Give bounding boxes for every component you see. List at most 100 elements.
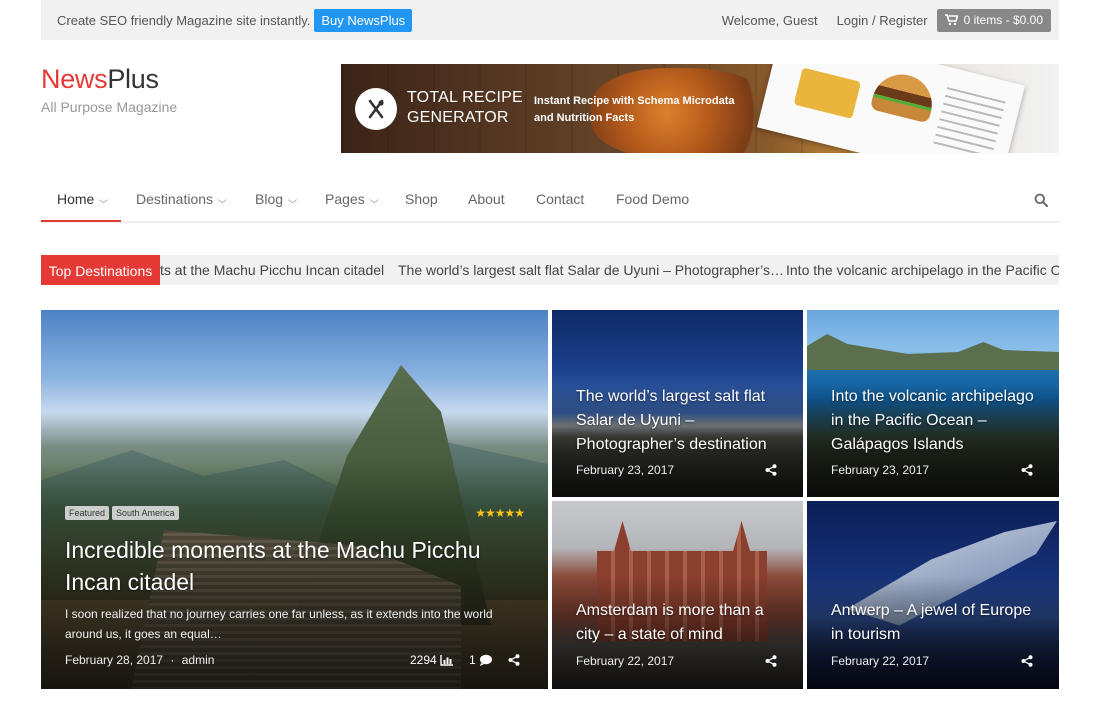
post-comments[interactable]: 1: [469, 653, 493, 667]
nav-item-food-demo[interactable]: Food Demo: [616, 191, 689, 207]
nav-item-about[interactable]: About: [468, 191, 505, 207]
post-tags: Featured South America: [65, 506, 179, 520]
recipe-text-lines: [932, 87, 1006, 153]
post-title-line2: Salar de Uyuni –: [576, 412, 695, 429]
welcome-text: Welcome, Guest: [721, 12, 818, 28]
search-icon[interactable]: [1034, 193, 1048, 212]
cart-button[interactable]: 0 items - $0.00: [936, 8, 1051, 32]
top-tagline: Create SEO friendly Magazine site instan…: [57, 12, 311, 28]
tag-south-america[interactable]: South America: [112, 506, 179, 520]
share-icon[interactable]: [765, 654, 777, 672]
post-title-line1: Antwerp – A jewel of Europe: [831, 602, 1032, 619]
nav-item-label: Destinations: [136, 191, 214, 207]
post-title[interactable]: Into the volcanic archipelago in the Pac…: [831, 385, 1034, 457]
post-title[interactable]: The world’s largest salt flat Salar de U…: [576, 385, 767, 457]
main-navigation: Home ⌵ Destinations ⌵ Blog ⌵ Pages ⌵ Sho…: [41, 178, 1059, 223]
post-title-line2: in the Pacific Ocean –: [831, 412, 987, 429]
featured-post-tile[interactable]: Featured South America ★★★★★ Incredible …: [41, 310, 548, 689]
cart-icon: [944, 14, 958, 26]
share-icon[interactable]: [1021, 654, 1033, 672]
banner-title-line1: TOTAL RECIPE: [407, 89, 523, 106]
share-icon[interactable]: [765, 463, 777, 481]
chevron-down-icon: ⌵: [287, 194, 298, 205]
logo-part-news: News: [41, 64, 108, 94]
post-title-line2: in tourism: [831, 626, 901, 643]
post-date: February 22, 2017: [831, 654, 930, 668]
post-tile-salar-de-uyuni[interactable]: The world’s largest salt flat Salar de U…: [552, 310, 803, 497]
star-rating-icon: ★★★★★: [475, 506, 525, 520]
post-title-line1: Amsterdam is more than a: [576, 602, 764, 619]
banner-title-line2: GENERATOR: [407, 109, 509, 126]
site-tagline: All Purpose Magazine: [41, 99, 178, 115]
nav-item-label: Food Demo: [616, 191, 690, 207]
nav-item-contact[interactable]: Contact: [536, 191, 584, 207]
featured-post-meta: February 28, 2017 · admin: [65, 653, 214, 667]
ticker-label: Top Destinations: [41, 255, 160, 285]
post-title-line1: Into the volcanic archipelago: [831, 388, 1034, 405]
buy-newsplus-button[interactable]: Buy NewsPlus: [314, 8, 413, 32]
post-title-line1: The world’s largest salt flat: [576, 388, 766, 405]
post-date: February 23, 2017: [831, 463, 930, 477]
post-views: 2294: [410, 653, 454, 667]
post-date: February 23, 2017: [576, 463, 675, 477]
nav-item-label: Blog: [255, 191, 284, 207]
nav-item-shop[interactable]: Shop: [405, 191, 438, 207]
nav-item-home[interactable]: Home ⌵: [57, 191, 109, 207]
post-tile-antwerp[interactable]: Antwerp – A jewel of Europe in tourism F…: [807, 501, 1059, 689]
banner-subtitle: Instant Recipe with Schema Microdata and…: [534, 93, 735, 127]
view-count: 2294: [410, 653, 437, 667]
chevron-down-icon: ⌵: [217, 194, 228, 205]
nav-item-pages[interactable]: Pages ⌵: [325, 191, 379, 207]
ticker-item[interactable]: ts at the Machu Picchu Incan citadel: [160, 262, 384, 278]
nav-item-label: Home: [57, 191, 95, 207]
post-tile-amsterdam[interactable]: Amsterdam is more than a city – a state …: [552, 501, 803, 689]
featured-excerpt-line1: I soon realized that no journey carries …: [65, 607, 493, 621]
featured-title-line1: Incredible moments at the Machu Picchu: [65, 537, 481, 563]
banner-title: TOTAL RECIPE GENERATOR: [407, 88, 523, 128]
banner-subtitle-line1: Instant Recipe with Schema Microdata: [534, 95, 735, 107]
post-title-line3: Galápagos Islands: [831, 436, 964, 453]
comment-icon: [479, 654, 492, 666]
post-tile-galapagos[interactable]: Into the volcanic archipelago in the Pac…: [807, 310, 1059, 497]
island-image: [807, 334, 1059, 370]
chevron-down-icon: ⌵: [98, 194, 109, 205]
nav-item-destinations[interactable]: Destinations ⌵: [136, 191, 228, 207]
post-date: February 22, 2017: [576, 654, 675, 668]
top-bar-right: Welcome, Guest Login / Register 0 items …: [722, 0, 1059, 40]
logo-part-plus: Plus: [107, 64, 159, 94]
share-icon[interactable]: [508, 653, 520, 671]
nav-item-label: Contact: [536, 191, 585, 207]
login-register-link[interactable]: Login / Register: [837, 13, 928, 28]
post-title-line2: city – a state of mind: [576, 626, 723, 643]
fork-knife-icon: [355, 88, 397, 130]
tag-featured[interactable]: Featured: [65, 506, 110, 520]
meta-separator: ·: [170, 653, 175, 667]
ticker-item[interactable]: Into the volcanic archipelago in the Pac…: [786, 262, 1059, 278]
recipe-banner-ad[interactable]: TOTAL RECIPE GENERATOR Instant Recipe wi…: [341, 64, 1059, 153]
nav-item-label: About: [468, 191, 505, 207]
chevron-down-icon: ⌵: [369, 194, 379, 205]
nav-item-label: Pages: [325, 191, 365, 207]
nav-item-blog[interactable]: Blog ⌵: [255, 191, 298, 207]
burger-image: [869, 68, 939, 124]
comment-count: 1: [469, 653, 476, 667]
post-title-line3: Photographer’s destination: [576, 436, 767, 453]
top-bar: Create SEO friendly Magazine site instan…: [41, 0, 1059, 40]
fries-image: [793, 67, 862, 119]
banner-subtitle-line2: and Nutrition Facts: [534, 112, 635, 124]
post-date: February 28, 2017: [65, 653, 164, 667]
featured-post-title[interactable]: Incredible moments at the Machu Picchu I…: [65, 534, 480, 598]
featured-excerpt-line2: around us, it goes an equal…: [65, 627, 222, 641]
post-title[interactable]: Antwerp – A jewel of Europe in tourism: [831, 599, 1031, 647]
site-logo[interactable]: NewsPlus: [41, 64, 159, 95]
nav-item-label: Shop: [405, 191, 438, 207]
ticker-item[interactable]: The world’s largest salt flat Salar de U…: [398, 262, 784, 278]
post-title[interactable]: Amsterdam is more than a city – a state …: [576, 599, 764, 647]
share-icon[interactable]: [1021, 463, 1033, 481]
post-author[interactable]: admin: [182, 653, 215, 667]
featured-post-excerpt: I soon realized that no journey carries …: [65, 604, 535, 644]
cart-summary: 0 items - $0.00: [963, 13, 1043, 27]
bar-chart-icon: [440, 655, 453, 666]
active-nav-underline: [41, 220, 121, 222]
featured-title-line2: Incan citadel: [65, 569, 195, 595]
